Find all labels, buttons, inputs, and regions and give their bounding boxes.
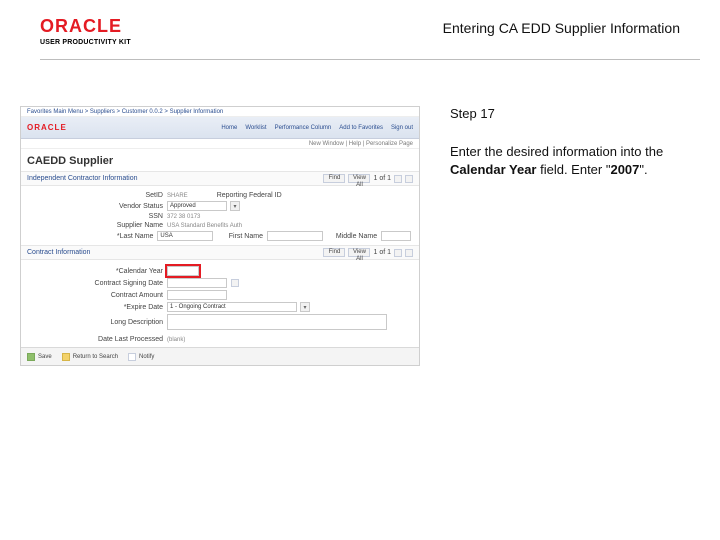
return-icon	[62, 353, 70, 361]
remove-row-icon-2[interactable]	[405, 249, 413, 257]
find-button-2[interactable]: Find	[323, 248, 345, 257]
page-title: Entering CA EDD Supplier Information	[443, 20, 680, 36]
last-name-label: *Last Name	[45, 233, 153, 240]
first-name-field[interactable]	[267, 231, 323, 241]
long-desc-field[interactable]	[167, 314, 387, 330]
save-icon	[27, 353, 35, 361]
section2-form: *Calendar Year Contract Signing Date Con…	[21, 260, 419, 347]
step-label: Step 17	[450, 106, 700, 121]
date-last-processed-value: (blank)	[167, 337, 185, 343]
logo-sub-text: USER PRODUCTIVITY KIT	[40, 39, 180, 46]
supplier-name-value: USA Standard Benefits Auth	[167, 223, 242, 229]
instruction-text: Enter the desired information into the C…	[450, 143, 700, 178]
contract-amount-field[interactable]	[167, 290, 227, 300]
form-title: CAEDD Supplier	[21, 149, 419, 171]
view-all-button-2[interactable]: View All	[348, 248, 370, 257]
return-button[interactable]: Return to Search	[62, 353, 118, 361]
add-row-icon[interactable]	[394, 175, 402, 183]
instr-part-a: Enter the desired information into the	[450, 144, 663, 159]
page-header: ORACLE USER PRODUCTIVITY KIT Entering CA…	[40, 16, 700, 60]
instr-part-c: field. Enter "	[536, 162, 610, 177]
find-button[interactable]: Find	[323, 174, 345, 183]
app-screenshot: Favorites Main Menu > Suppliers > Custom…	[20, 106, 420, 366]
signing-date-field[interactable]	[167, 278, 227, 288]
instr-value: 2007	[610, 162, 639, 177]
section1-counter: 1 of 1	[373, 175, 391, 182]
contract-amount-label: Contract Amount	[45, 292, 163, 299]
section1-label: Independent Contractor Information	[27, 175, 138, 182]
section-contract-info: Contract Information Find View All 1 of …	[21, 245, 419, 260]
nav-tab-fav[interactable]: Add to Favorites	[339, 125, 383, 131]
section2-label: Contract Information	[27, 249, 90, 256]
calendar-year-label: *Calendar Year	[45, 268, 163, 275]
nav-tab-signout[interactable]: Sign out	[391, 125, 413, 131]
expire-date-label: *Expire Date	[45, 304, 163, 311]
nav-tab-perf[interactable]: Performance Column	[275, 125, 332, 131]
oracle-logo: ORACLE USER PRODUCTIVITY KIT	[40, 16, 180, 46]
section-independent-contractor: Independent Contractor Information Find …	[21, 171, 419, 186]
save-button[interactable]: Save	[27, 353, 52, 361]
logo-main-text: ORACLE	[40, 16, 180, 37]
section1-form: SetID SHARE Reporting Federal ID Vendor …	[21, 186, 419, 245]
chevron-down-icon[interactable]: ▾	[230, 201, 240, 211]
signing-date-label: Contract Signing Date	[45, 280, 163, 287]
setid-label: SetID	[45, 192, 163, 199]
view-all-button[interactable]: View All	[348, 174, 370, 183]
rfp-label: Reporting Federal ID	[192, 192, 282, 199]
notify-icon	[128, 353, 136, 361]
nav-tabs: Home Worklist Performance Column Add to …	[221, 125, 413, 131]
nav-tab-home[interactable]: Home	[221, 125, 237, 131]
window-links: New Window | Help | Personalize Page	[21, 139, 419, 149]
ssn-label: SSN	[45, 213, 163, 220]
middle-name-field[interactable]	[381, 231, 411, 241]
calendar-icon[interactable]	[231, 279, 239, 287]
last-name-field[interactable]: USA	[157, 231, 213, 241]
instr-part-d: ".	[639, 162, 647, 177]
notify-button[interactable]: Notify	[128, 353, 154, 361]
nav-bar: ORACLE Home Worklist Performance Column …	[21, 117, 419, 139]
nav-oracle-logo: ORACLE	[27, 123, 67, 132]
vendor-status-field[interactable]: Approved	[167, 201, 227, 211]
remove-row-icon[interactable]	[405, 175, 413, 183]
nav-tab-worklist[interactable]: Worklist	[245, 125, 266, 131]
first-name-label: First Name	[217, 233, 263, 240]
breadcrumb: Favorites Main Menu > Suppliers > Custom…	[27, 109, 223, 115]
long-desc-label: Long Description	[45, 319, 163, 326]
setid-value: SHARE	[167, 193, 188, 199]
instruction-column: Step 17 Enter the desired information in…	[420, 106, 700, 178]
instr-field-name: Calendar Year	[450, 162, 536, 177]
calendar-year-field[interactable]	[167, 266, 199, 276]
ssn-value: 372 38 0173	[167, 214, 200, 220]
chevron-down-icon-2[interactable]: ▾	[300, 302, 310, 312]
screenshot-column: Favorites Main Menu > Suppliers > Custom…	[20, 106, 420, 366]
add-row-icon-2[interactable]	[394, 249, 402, 257]
expire-date-field[interactable]: 1 - Ongoing Contract	[167, 302, 297, 312]
section2-counter: 1 of 1	[373, 249, 391, 256]
middle-name-label: Middle Name	[327, 233, 378, 240]
date-last-processed-label: Date Last Processed	[45, 336, 163, 343]
vendor-status-label: Vendor Status	[45, 203, 163, 210]
content-row: Favorites Main Menu > Suppliers > Custom…	[20, 106, 700, 366]
personalize-link[interactable]: New Window | Help | Personalize Page	[309, 141, 413, 147]
supplier-name-label: Supplier Name	[45, 222, 163, 229]
form-footer: Save Return to Search Notify	[21, 347, 419, 365]
